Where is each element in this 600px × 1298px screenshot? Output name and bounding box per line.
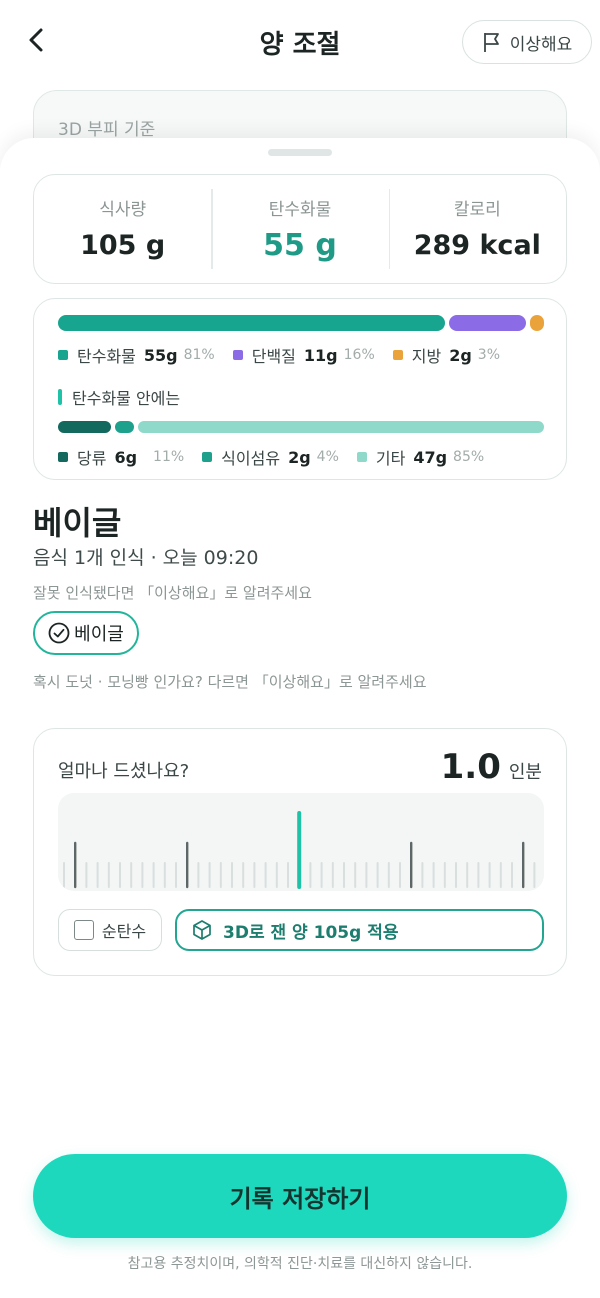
legend-dot <box>392 350 403 360</box>
legend-name: 탄수화물 <box>77 347 136 366</box>
macro-breakdown: 탄수화물 55g 81% 단백질 11g 16% 지방 2g 3% 탄수화물 안… <box>33 298 567 480</box>
legend-pct: 16% <box>343 347 375 363</box>
carb-breakdown-title: 탄수화물 안에는 <box>58 385 180 409</box>
stat-carbs: 탄수화물 55 g <box>211 175 388 283</box>
bar-segment-macro-2 <box>529 315 544 331</box>
legend-name: 식이섬유 <box>221 449 281 468</box>
legend-pct: 4% <box>316 449 339 465</box>
stat-meal-amount: 식사량 105 g <box>34 175 211 283</box>
stat-value: 55 g <box>263 228 337 263</box>
legend-item-sugar: 당류 6g 11% <box>58 445 184 469</box>
legend-grams: 47g <box>413 447 448 467</box>
legend-item-carbs: 탄수화물 55g 81% <box>58 343 215 367</box>
legend-dot <box>58 452 68 462</box>
section-marker <box>58 389 62 405</box>
stat-calories: 칼로리 289 kcal <box>388 175 566 283</box>
bar-segment-macro-1 <box>449 315 526 331</box>
legend-pct: 81% <box>183 347 215 363</box>
portion-number: 1.0 <box>440 747 501 787</box>
checkbox[interactable] <box>73 920 94 940</box>
legend-dot <box>202 452 213 462</box>
apply-3d-button[interactable]: 3D로 잰 양 105g 적용 <box>175 909 544 951</box>
legend-dot <box>232 350 243 360</box>
legend-item-protein: 단백질 11g 16% <box>232 343 375 367</box>
legend-name: 당류 <box>77 449 107 468</box>
legend-grams: 2g <box>449 345 472 365</box>
volume-card-label: 3D 부피 기준 <box>58 120 156 140</box>
legend-grams: 55g <box>143 345 178 365</box>
recognition-info: 음식 1개 인식 · 오늘 09:20 <box>33 547 259 569</box>
pure-carb-toggle[interactable]: 순탄수 <box>58 909 162 951</box>
disclaimer: 참고용 추정치이며, 의학적 진단·치료를 대신하지 않습니다. <box>127 1256 473 1272</box>
macro-bar <box>58 315 544 331</box>
bar-segment-carb-2 <box>137 421 544 433</box>
carb-bar <box>58 421 544 433</box>
report-button[interactable]: 이상해요 <box>462 20 592 64</box>
stat-value: 105 g <box>80 230 166 261</box>
legend-pct: 3% <box>477 347 501 363</box>
legend-dot <box>58 350 68 360</box>
bar-segment-carb-1 <box>114 421 134 433</box>
portion-card: 얼마나 드셨나요? 1.0 인분 순탄수 3D로 잰 양 105g 적용 <box>33 728 567 976</box>
bar-segment-macro-0 <box>58 315 446 331</box>
ruler-ticks <box>63 811 536 889</box>
check-circle-icon <box>48 622 70 644</box>
legend-pct: 85% <box>453 449 485 465</box>
sheet-handle[interactable] <box>268 149 332 156</box>
portion-value: 1.0 인분 <box>441 747 542 787</box>
legend-grams: 6g <box>114 447 138 467</box>
legend-name: 단백질 <box>251 347 296 366</box>
legend-name: 지방 <box>411 347 442 366</box>
carb-legend: 당류 6g 11% 식이섬유 2g 4% 기타 47g 85% <box>58 445 502 469</box>
portion-unit: 인분 <box>508 762 542 783</box>
legend-name: 기타 <box>375 449 406 468</box>
cube-icon <box>193 920 211 940</box>
legend-pct: 11% <box>153 449 185 465</box>
legend-item-fat: 지방 2g 3% <box>392 343 501 367</box>
carb-breakdown-label: 탄수화물 안에는 <box>72 389 181 408</box>
food-name: 베이글 <box>33 504 122 542</box>
macro-legend: 탄수화물 55g 81% 단백질 11g 16% 지방 2g 3% <box>58 343 518 367</box>
report-label: 이상해요 <box>509 34 573 55</box>
food-chip[interactable]: 베이글 <box>33 611 139 655</box>
pure-carb-label: 순탄수 <box>101 922 147 941</box>
stat-label: 칼로리 <box>453 200 501 220</box>
legend-grams: 2g <box>288 447 311 467</box>
alternative-hint: 혹시 도넛 · 모닝빵 인가요? 다르면 「이상해요」로 알려주세요 <box>33 673 427 691</box>
flag-icon <box>483 33 499 52</box>
legend-dot <box>356 452 367 462</box>
stat-value: 289 kcal <box>413 230 541 261</box>
bar-segment-carb-0 <box>58 421 111 433</box>
stat-label: 식사량 <box>99 200 147 220</box>
save-record-label: 기록 저장하기 <box>229 1184 371 1213</box>
save-record-button[interactable]: 기록 저장하기 <box>33 1154 567 1238</box>
food-chip-label: 베이글 <box>74 624 124 645</box>
apply-3d-label: 3D로 잰 양 105g 적용 <box>223 922 399 943</box>
nutrition-summary: 식사량 105 g 탄수화물 55 g 칼로리 289 kcal <box>33 174 567 284</box>
portion-question: 얼마나 드셨나요? <box>58 761 190 782</box>
stat-label: 탄수화물 <box>268 200 332 220</box>
report-hint: 잘못 인식됐다면 「이상해요」로 알려주세요 <box>33 584 312 602</box>
legend-grams: 11g <box>303 345 338 365</box>
legend-item-fiber: 식이섬유 2g 4% <box>202 445 339 469</box>
bottom-sheet: 식사량 105 g 탄수화물 55 g 칼로리 289 kcal 탄수화물 55… <box>0 138 600 1298</box>
header: 양 조절 이상해요 <box>0 0 600 88</box>
portion-ruler[interactable] <box>58 793 544 891</box>
legend-item-other: 기타 47g 85% <box>356 445 485 469</box>
